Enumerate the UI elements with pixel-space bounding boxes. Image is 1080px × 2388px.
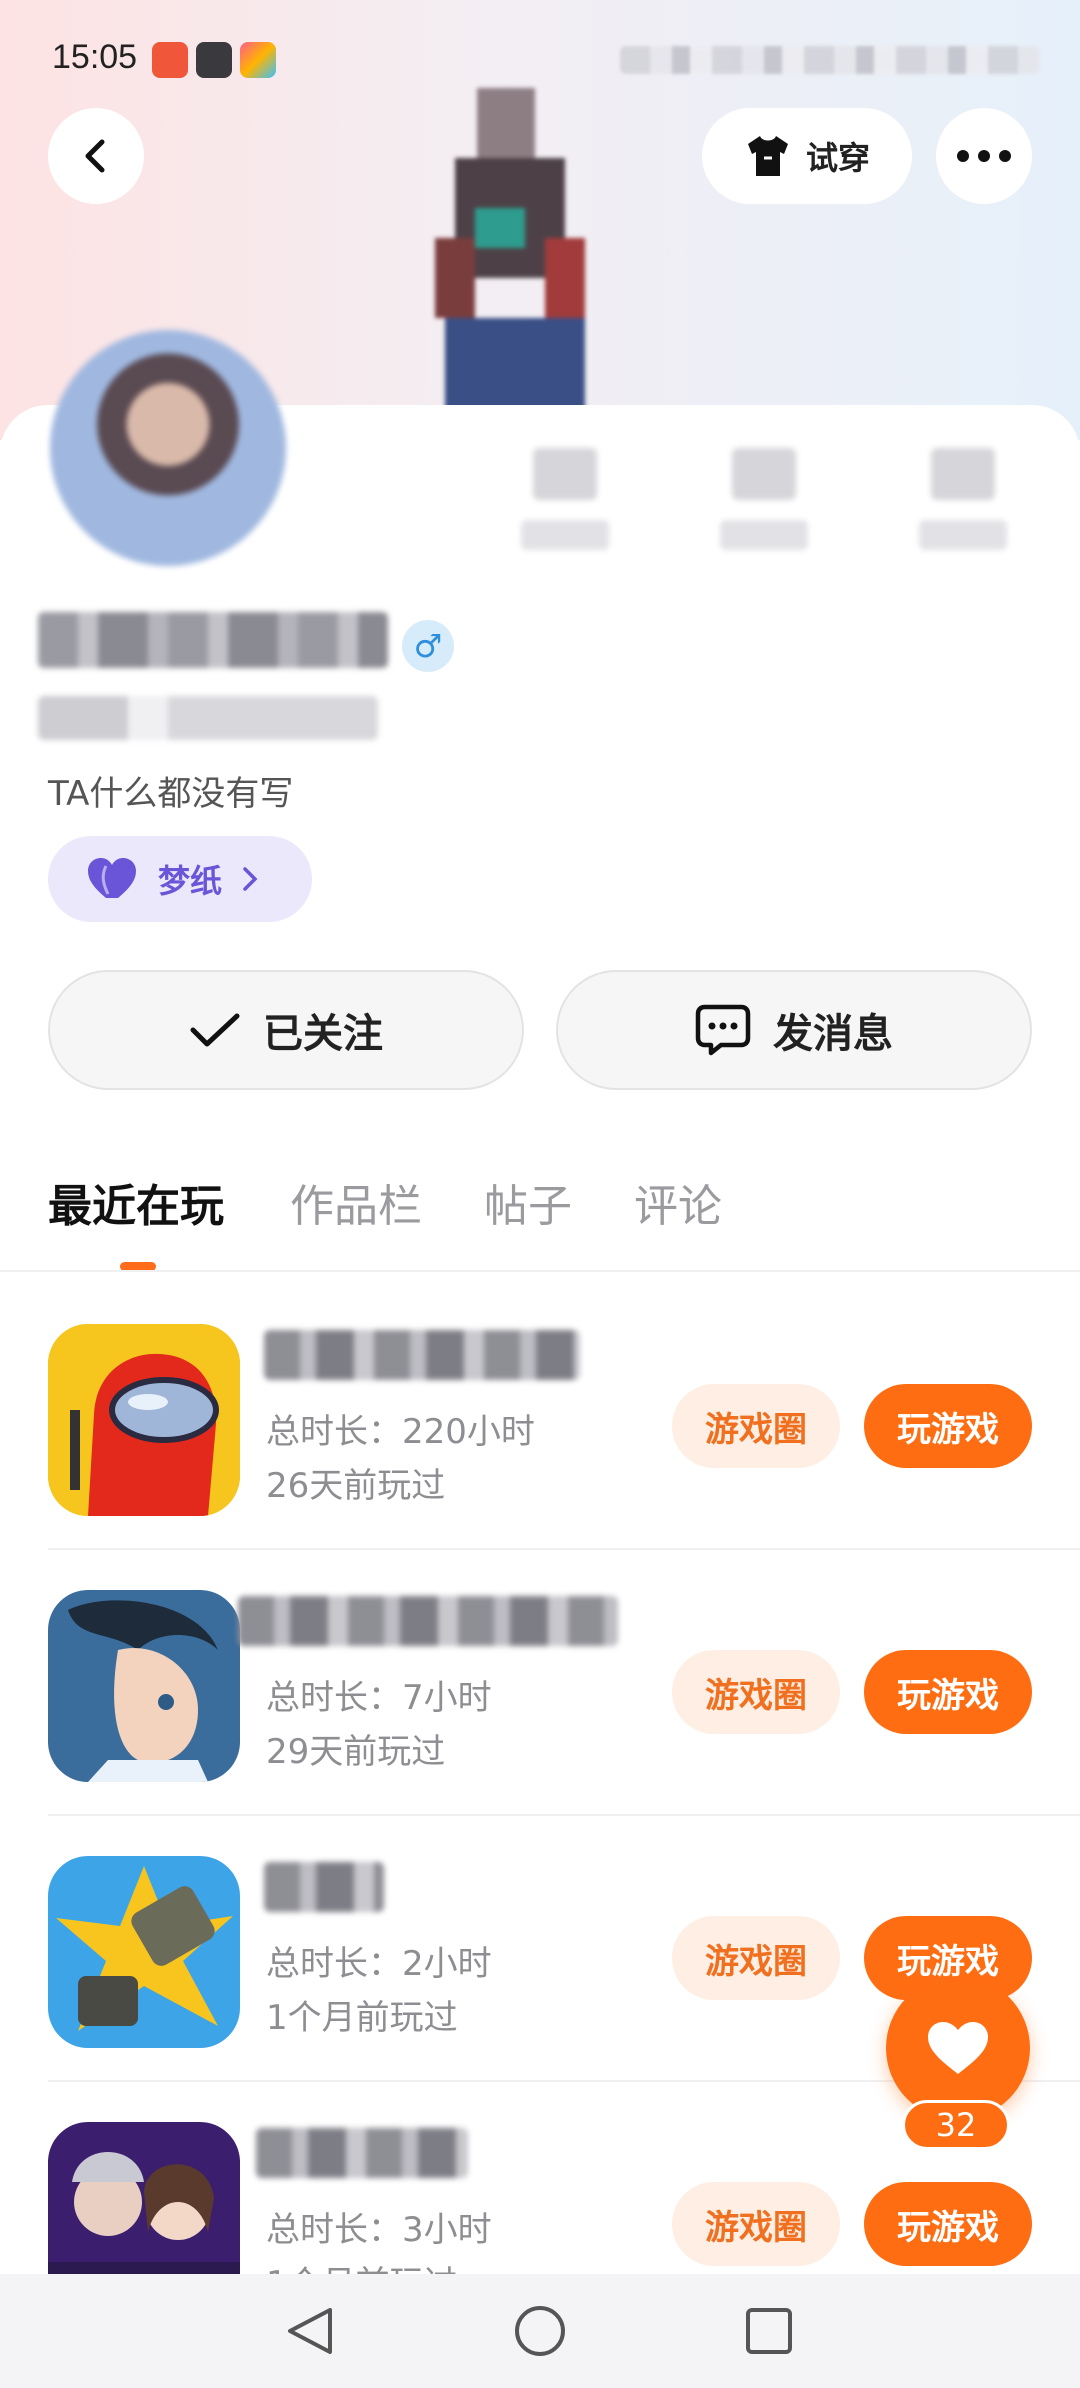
game-playtime: 总时长：3小时: [266, 2210, 492, 2250]
notification-app-icon: [196, 42, 232, 78]
game-icon[interactable]: [48, 1590, 240, 1782]
stat-item[interactable]: [520, 448, 610, 550]
game-icon[interactable]: [48, 1856, 240, 2048]
following-label: 已关注: [263, 1011, 383, 1057]
tab-posts[interactable]: 帖子: [484, 1170, 572, 1234]
username: [38, 612, 388, 668]
chevron-right-icon: [243, 867, 258, 891]
message-button[interactable]: 发消息: [556, 970, 1032, 1090]
game-circle-button[interactable]: 游戏圈: [672, 1916, 840, 2000]
play-game-button[interactable]: 玩游戏: [864, 2182, 1032, 2266]
play-game-button[interactable]: 玩游戏: [864, 1650, 1032, 1734]
tshirt-icon: [747, 136, 788, 176]
dream-chip-label: 梦纸: [158, 862, 223, 900]
game-circle-button[interactable]: 游戏圈: [672, 1650, 840, 1734]
game-last-played: 29天前玩过: [266, 1732, 446, 1772]
stat-item[interactable]: [719, 448, 809, 550]
back-button[interactable]: [48, 108, 144, 204]
heart-icon: [88, 858, 136, 898]
message-label: 发消息: [773, 1011, 893, 1057]
nav-home-icon[interactable]: [515, 2306, 565, 2356]
notification-app-icon: [152, 42, 188, 78]
game-circle-button[interactable]: 游戏圈: [672, 1384, 840, 1468]
heart-icon: [928, 2022, 988, 2074]
notification-app-icon: [240, 42, 276, 78]
game-last-played: 1个月前玩过: [266, 1998, 458, 2038]
game-icon[interactable]: [48, 1324, 240, 1516]
stat-item[interactable]: [918, 448, 1008, 550]
user-id: [38, 696, 378, 740]
nav-recents-icon[interactable]: [746, 2308, 792, 2354]
game-title: [238, 1596, 618, 1646]
tab-recently-played[interactable]: 最近在玩: [48, 1170, 224, 1234]
nav-back-icon[interactable]: [288, 2308, 332, 2354]
game-playtime: 总时长：2小时: [266, 1944, 492, 1984]
chevron-left-icon: [85, 139, 105, 173]
chat-bubble-icon: [695, 1004, 751, 1056]
gender-male-icon: ♂: [402, 620, 454, 672]
play-game-button[interactable]: 玩游戏: [864, 1384, 1032, 1468]
game-title: [264, 1330, 580, 1380]
game-playtime: 总时长：220小时: [266, 1412, 535, 1452]
avatar-figure: [415, 88, 625, 418]
game-title: [264, 1862, 384, 1912]
game-title: [256, 2128, 468, 2178]
tryon-button[interactable]: 试穿: [702, 108, 912, 204]
system-navigation-bar: [0, 2274, 1080, 2388]
game-last-played: 26天前玩过: [266, 1466, 446, 1506]
bio-text: TA什么都没有写: [48, 774, 294, 814]
game-list-item[interactable]: 总时长：220小时 26天前玩过 游戏圈 玩游戏: [0, 1272, 1080, 1538]
checkmark-icon: [190, 1013, 240, 1047]
game-circle-button[interactable]: 游戏圈: [672, 2182, 840, 2266]
tab-comments[interactable]: 评论: [634, 1170, 722, 1234]
status-time: 15:05: [52, 38, 138, 76]
profile-tabs: 最近在玩 作品栏 帖子 评论: [0, 1170, 1080, 1274]
dream-paper-chip[interactable]: 梦纸: [48, 836, 312, 922]
more-dots-icon: [957, 150, 1011, 162]
game-playtime: 总时长：7小时: [266, 1678, 492, 1718]
like-count: 32: [902, 2100, 1010, 2150]
status-indicators: [620, 46, 1040, 74]
tryon-label: 试穿: [805, 139, 870, 177]
following-button[interactable]: 已关注: [48, 970, 524, 1090]
avatar[interactable]: [50, 330, 286, 566]
game-list-item[interactable]: 总时长：7小时 29天前玩过 游戏圈 玩游戏: [0, 1538, 1080, 1804]
more-button[interactable]: [936, 108, 1032, 204]
tab-works[interactable]: 作品栏: [290, 1170, 422, 1234]
like-button[interactable]: [886, 1976, 1030, 2120]
